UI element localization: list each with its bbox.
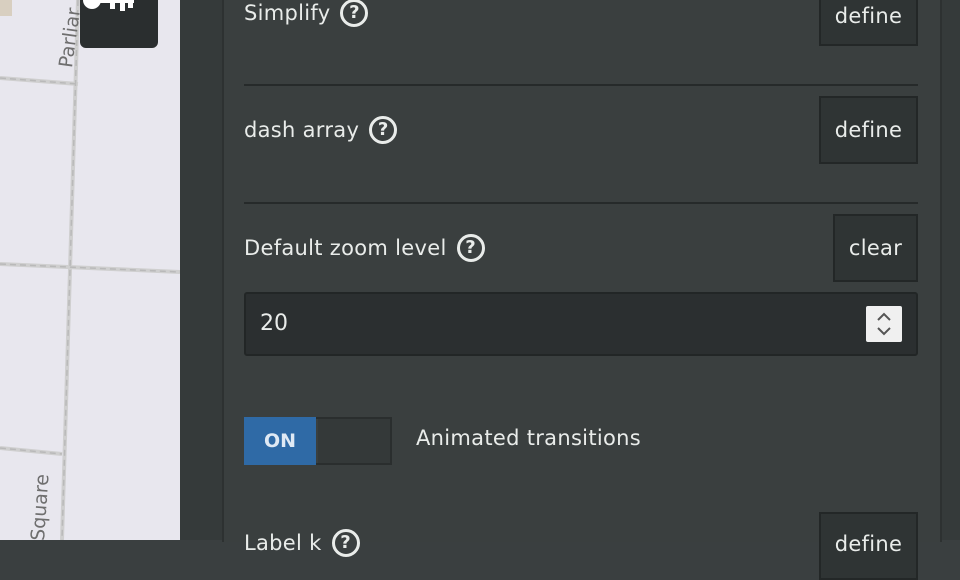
zoom-level-help-icon[interactable]: ?: [456, 234, 485, 262]
dash-array-row: dash array ?: [244, 115, 398, 145]
street-label-square: Square: [27, 473, 54, 540]
dash-array-help-icon[interactable]: ?: [369, 116, 398, 144]
simplify-define-button[interactable]: define: [819, 0, 918, 46]
toggle-off-area: [318, 419, 390, 463]
divider: [244, 84, 918, 86]
toggle-on-state: ON: [244, 417, 316, 465]
partial-row-label: Label k: [244, 531, 322, 555]
partial-row-help-icon[interactable]: ?: [331, 529, 360, 557]
partial-row: Label k ?: [244, 528, 360, 558]
map-canvas[interactable]: Parliar Square: [0, 0, 180, 540]
simplify-help-icon[interactable]: ?: [340, 0, 369, 27]
simplify-label: Simplify: [244, 1, 331, 25]
partial-row-define-button[interactable]: define: [819, 512, 918, 580]
zoom-level-input[interactable]: 20: [244, 292, 918, 356]
zoom-level-stepper[interactable]: [866, 306, 902, 342]
dash-array-label: dash array: [244, 118, 360, 142]
zoom-level-clear-button[interactable]: clear: [833, 214, 918, 282]
map-keys-button[interactable]: [80, 0, 158, 48]
animated-transitions-toggle[interactable]: ON: [244, 417, 392, 465]
zoom-level-value: 20: [260, 311, 288, 336]
map-streets: [0, 0, 180, 540]
zoom-level-row: Default zoom level ?: [244, 233, 485, 263]
stepper-arrows-icon: [877, 312, 891, 336]
keys-icon: [83, 0, 134, 11]
animated-transitions-label: Animated transitions: [416, 426, 641, 450]
dash-array-define-button[interactable]: define: [819, 96, 918, 164]
divider: [244, 202, 918, 204]
simplify-row: Simplify ?: [244, 0, 369, 28]
zoom-level-label: Default zoom level: [244, 236, 447, 260]
